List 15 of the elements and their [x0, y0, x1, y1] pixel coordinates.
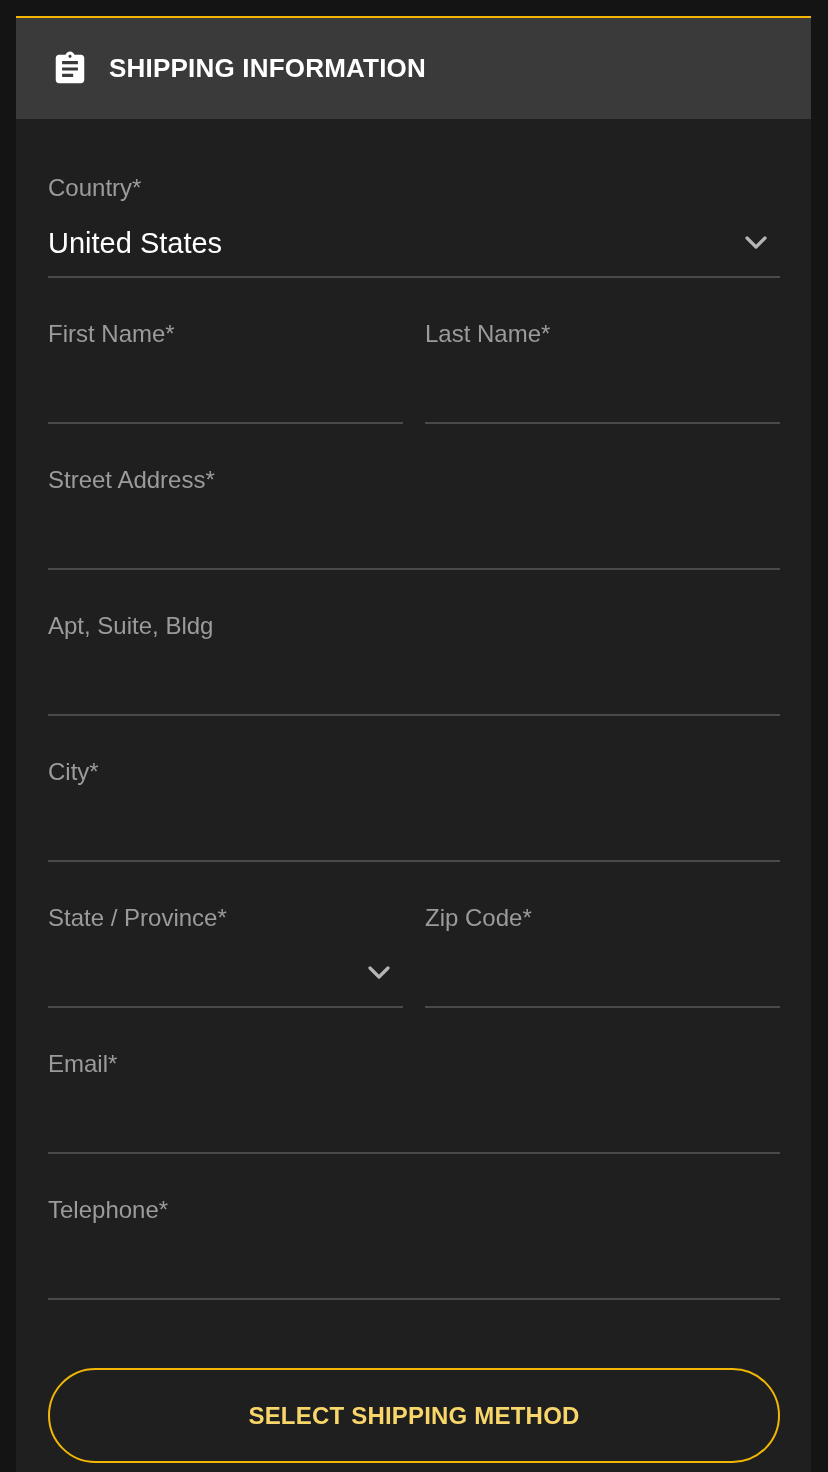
field-label: Email* — [48, 1050, 118, 1078]
field-label: Telephone* — [48, 1196, 169, 1224]
field-label: First Name* — [48, 320, 175, 348]
select-shipping-method-button[interactable]: SELECT SHIPPING METHOD — [48, 1368, 780, 1463]
chevron-down-icon — [745, 236, 767, 250]
field-label: Zip Code* — [425, 904, 532, 932]
chevron-down-icon — [368, 966, 390, 980]
select-field[interactable]: United States — [48, 202, 780, 278]
field-label: Country* — [48, 174, 142, 202]
field-label: State / Province* — [48, 904, 227, 932]
field-label: Last Name* — [425, 320, 551, 348]
field-label: Street Address* — [48, 466, 215, 494]
field-label: City* — [48, 758, 99, 786]
field-label: Apt, Suite, Bldg — [48, 612, 214, 640]
section-title: SHIPPING INFORMATION — [109, 53, 426, 84]
